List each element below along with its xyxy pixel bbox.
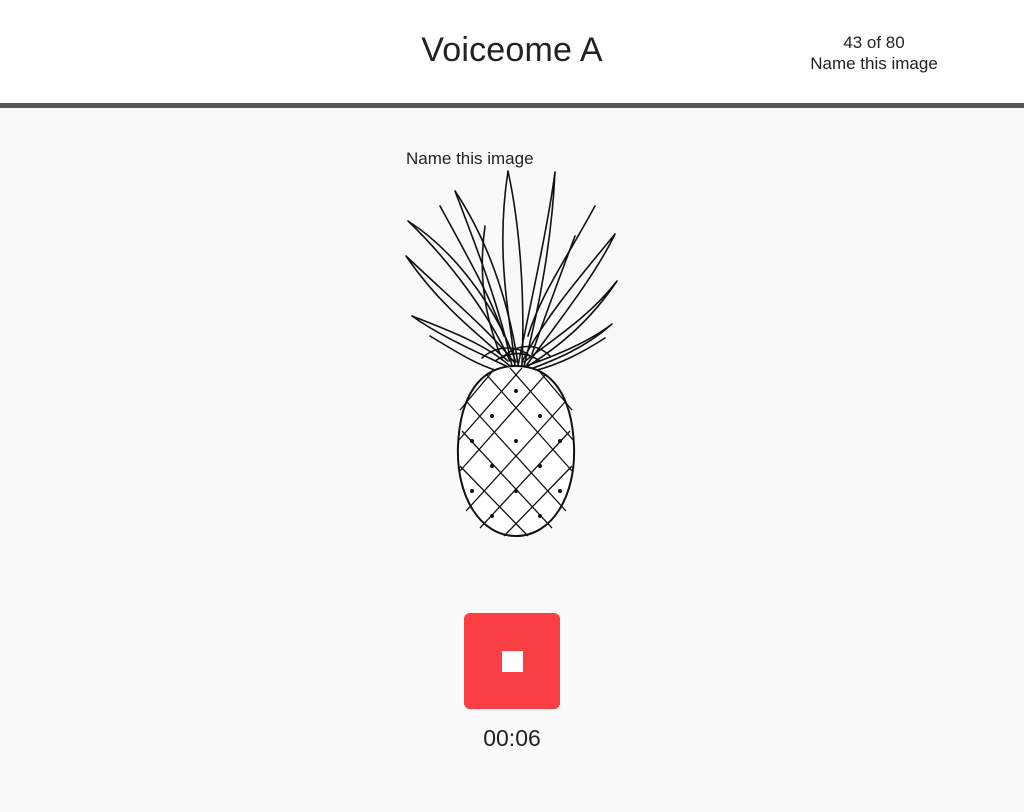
pineapple-image	[405, 170, 618, 538]
recording-timer: 00:06	[483, 725, 541, 751]
stop-recording-button[interactable]	[464, 613, 560, 709]
progress-indicator: 43 of 80 Name this image	[794, 32, 954, 74]
progress-count: 43 of 80	[843, 33, 905, 52]
app-header: Voiceome A 43 of 80 Name this image	[0, 0, 1024, 108]
task-name: Name this image	[810, 54, 938, 73]
stop-icon	[501, 650, 523, 672]
